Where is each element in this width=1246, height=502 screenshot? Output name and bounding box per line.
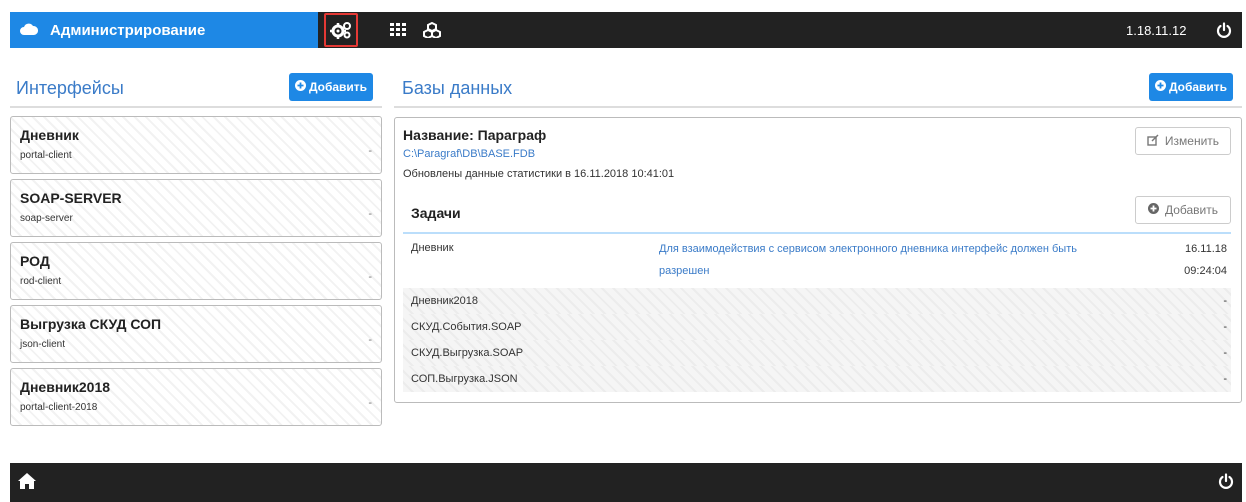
cogs-icon[interactable]: [323, 12, 359, 48]
add-database-button[interactable]: Добавить: [1149, 73, 1233, 101]
add-interface-label: Добавить: [308, 80, 368, 94]
app-brand[interactable]: Администрирование: [10, 12, 318, 48]
interface-title: Выгрузка СКУД СОП: [20, 316, 162, 332]
interface-card[interactable]: Выгрузка СКУД СОП json-client -: [10, 305, 382, 363]
task-time: 09:24:04: [1184, 265, 1227, 277]
plus-circle-icon: [294, 80, 306, 94]
interface-subtitle: portal-client: [20, 150, 72, 161]
edit-database-button[interactable]: Изменить: [1135, 127, 1231, 155]
task-date: -: [1223, 321, 1227, 333]
interface-title: SOAP-SERVER: [20, 190, 122, 206]
top-navbar: Администрирование 1.18.11.12: [0, 0, 1246, 48]
task-name: СКУД.События.SOAP: [411, 321, 522, 333]
interface-value: -: [368, 145, 372, 157]
database-name: Название: Параграф: [403, 127, 547, 143]
task-name: Дневник: [411, 242, 454, 254]
interface-subtitle: json-client: [20, 339, 66, 350]
interface-subtitle: rod-client: [20, 276, 62, 287]
power-icon[interactable]: [1210, 12, 1238, 48]
task-date: 16.11.18: [1184, 243, 1227, 255]
edit-label: Изменить: [1164, 134, 1220, 148]
tasks-divider: [403, 232, 1231, 234]
database-updated: Обновлены данные статистики в 16.11.2018…: [403, 168, 675, 180]
add-database-label: Добавить: [1168, 80, 1228, 94]
cubes-icon[interactable]: [414, 12, 450, 48]
task-description[interactable]: Для взаимодействия с сервисом электронно…: [659, 238, 1119, 282]
task-date: -: [1223, 295, 1227, 307]
interface-value: -: [368, 397, 372, 409]
databases-title: Базы данных: [402, 78, 513, 98]
add-task-label: Добавить: [1164, 203, 1219, 217]
home-icon[interactable]: [17, 472, 37, 495]
interface-card[interactable]: РОД rod-client -: [10, 242, 382, 300]
tasks-title: Задачи: [411, 205, 461, 221]
version-label: 1.18.11.12: [1126, 22, 1187, 38]
interface-title: Дневник: [20, 127, 79, 143]
add-task-button[interactable]: Добавить: [1135, 196, 1231, 224]
footer-bar: [10, 463, 1242, 502]
databases-divider: [394, 106, 1242, 108]
interface-value: -: [368, 334, 372, 346]
interface-card[interactable]: Дневник portal-client -: [10, 116, 382, 174]
interface-title: РОД: [20, 253, 50, 269]
task-date: -: [1223, 347, 1227, 359]
task-row[interactable]: СОП.Выгрузка.JSON -: [403, 366, 1231, 392]
interface-subtitle: portal-client-2018: [20, 402, 98, 413]
database-path[interactable]: C:\Paragraf\DB\BASE.FDB: [403, 148, 535, 160]
interfaces-divider: [10, 106, 382, 108]
task-row[interactable]: Дневник Для взаимодействия с сервисом эл…: [403, 238, 1231, 288]
task-date: -: [1223, 373, 1227, 385]
power-icon[interactable]: [1218, 473, 1234, 494]
app-title: Администрирование: [50, 21, 206, 39]
interface-card[interactable]: Дневник2018 portal-client-2018 -: [10, 368, 382, 426]
interface-subtitle: soap-server: [20, 213, 73, 224]
task-row[interactable]: СКУД.События.SOAP -: [403, 314, 1231, 340]
cloud-icon: [20, 22, 39, 39]
task-row[interactable]: Дневник2018 -: [403, 288, 1231, 314]
edit-icon: [1147, 134, 1159, 149]
interface-title: Дневник2018: [20, 379, 111, 395]
task-name: СКУД.Выгрузка.SOAP: [411, 347, 524, 359]
grid-icon[interactable]: [380, 12, 416, 48]
task-row[interactable]: СКУД.Выгрузка.SOAP -: [403, 340, 1231, 366]
add-interface-button[interactable]: Добавить: [289, 73, 373, 101]
database-card: Название: Параграф C:\Paragraf\DB\BASE.F…: [394, 117, 1242, 403]
plus-circle-icon: [1154, 80, 1166, 94]
plus-circle-icon: [1147, 203, 1159, 217]
interface-value: -: [368, 271, 372, 283]
interfaces-title: Интерфейсы: [16, 78, 124, 98]
interface-value: -: [368, 208, 372, 220]
interface-card[interactable]: SOAP-SERVER soap-server -: [10, 179, 382, 237]
task-name: Дневник2018: [411, 295, 478, 307]
task-name: СОП.Выгрузка.JSON: [411, 373, 518, 385]
